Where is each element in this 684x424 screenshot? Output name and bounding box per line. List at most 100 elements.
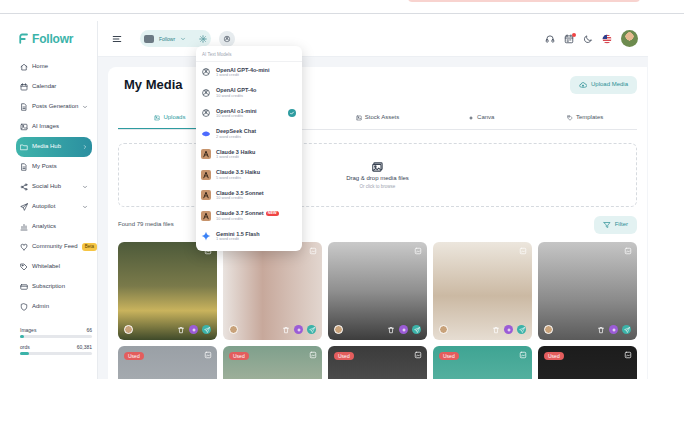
sidebar-label: Analytics <box>32 223 84 230</box>
tab-label: Uploads <box>163 114 185 121</box>
user-avatar[interactable] <box>621 30 638 47</box>
page-title: My Media <box>124 77 183 93</box>
sidebar-label: Media Hub <box>32 143 74 150</box>
sidebar-item[interactable]: My Posts <box>16 157 92 177</box>
model-name-row: DeepSeek Chat <box>216 128 296 135</box>
claude-icon <box>201 190 211 200</box>
gemini-icon <box>201 231 211 241</box>
model-option[interactable]: Claude 3.7 SonnetNEW10 word credits <box>196 206 302 227</box>
model-option[interactable]: OpenAI GPT-4o-mini1 word credit <box>196 62 302 83</box>
preview-icon[interactable] <box>309 247 317 255</box>
media-item[interactable] <box>328 242 427 340</box>
media-grid: UsedUsedUsedUsedUsed <box>118 242 637 379</box>
tab[interactable]: Canva <box>429 107 533 129</box>
preview-icon[interactable] <box>309 351 317 359</box>
media-item[interactable] <box>538 242 637 340</box>
media-item[interactable]: Used <box>433 346 532 379</box>
credit-card-icon <box>20 283 28 291</box>
media-item[interactable]: Used <box>118 346 217 379</box>
trash-icon[interactable] <box>387 326 395 334</box>
sidebar-item[interactable]: Autopilot <box>16 197 92 217</box>
trash-icon[interactable] <box>282 326 290 334</box>
send-icon <box>414 327 420 333</box>
preview-icon[interactable] <box>624 351 632 359</box>
media-item[interactable]: Used <box>538 346 637 379</box>
brand-logo[interactable]: Followr <box>0 21 97 57</box>
trash-icon[interactable] <box>597 326 605 334</box>
check-icon <box>288 109 296 117</box>
media-item[interactable] <box>433 242 532 340</box>
usage-meters: Images66ords60,381 <box>0 317 97 355</box>
media-item[interactable] <box>223 242 322 340</box>
sidebar-item[interactable]: Analytics <box>16 217 92 237</box>
model-name-row: Claude 3.7 SonnetNEW <box>216 210 296 217</box>
use-button[interactable] <box>517 325 526 334</box>
results-count: Found 79 media files <box>118 221 174 228</box>
workspace-selector[interactable]: Followr <box>140 30 211 47</box>
sidebar-item[interactable]: Whitelabel <box>16 257 92 277</box>
filter-button[interactable]: Filter <box>594 216 637 234</box>
usage-meter: Images66 <box>20 327 91 338</box>
sidebar-item[interactable]: Calendar <box>16 77 92 97</box>
media-item[interactable]: Used <box>223 346 322 379</box>
media-item[interactable]: Used <box>328 346 427 379</box>
home-icon <box>20 63 28 71</box>
chevron-down-icon <box>82 204 88 210</box>
preview-icon[interactable] <box>624 247 632 255</box>
trash-icon[interactable] <box>177 326 185 334</box>
menu-icon[interactable] <box>112 34 122 44</box>
headset-icon[interactable] <box>545 34 555 44</box>
upload-media-button[interactable]: Upload Media <box>570 76 637 94</box>
filter-icon <box>603 221 611 229</box>
use-button[interactable] <box>622 325 631 334</box>
model-button[interactable] <box>219 31 235 47</box>
edit-button[interactable] <box>504 325 513 334</box>
model-credits: 10 word credits <box>216 196 296 201</box>
sidebar-item[interactable]: Community FeedBeta <box>16 237 92 257</box>
trash-icon[interactable] <box>492 326 500 334</box>
preview-icon[interactable] <box>414 351 422 359</box>
sidebar-item[interactable]: Media Hub <box>16 137 92 157</box>
model-option[interactable]: Claude 3 Haiku1 word credit <box>196 144 302 165</box>
document-icon <box>20 163 28 171</box>
model-option[interactable]: Claude 3.5 Haiku5 word credits <box>196 165 302 186</box>
sidebar-item[interactable]: Posts Generation <box>16 97 92 117</box>
edit-button[interactable] <box>189 325 198 334</box>
moon-icon[interactable] <box>583 34 593 44</box>
sidebar-item[interactable]: Social Hub <box>16 177 92 197</box>
use-button[interactable] <box>307 325 316 334</box>
edit-button[interactable] <box>399 325 408 334</box>
tab[interactable]: Templates <box>533 107 637 129</box>
model-option[interactable]: OpenAI GPT-4o10 word credits <box>196 83 302 104</box>
media-item[interactable] <box>118 242 217 340</box>
sidebar-item[interactable]: Admin <box>16 297 92 317</box>
preview-icon[interactable] <box>414 247 422 255</box>
model-option[interactable]: DeepSeek Chat2 word credits <box>196 124 302 145</box>
use-button[interactable] <box>412 325 421 334</box>
preview-icon[interactable] <box>519 247 527 255</box>
sparkle-icon <box>611 327 617 333</box>
model-option[interactable]: OpenAI o1-mini10 word credits <box>196 103 302 124</box>
claude-icon <box>201 170 211 180</box>
tab[interactable]: Stock Assets <box>326 107 430 129</box>
used-badge: Used <box>544 352 564 360</box>
media-panel: My MediaUpload MediaUploadsStock AssetsC… <box>108 67 647 379</box>
preview-icon[interactable] <box>519 351 527 359</box>
model-option[interactable]: Gemini 1.5 Flash1 word credit <box>196 226 302 247</box>
sidebar-item[interactable]: Subscription <box>16 277 92 297</box>
filter-label: Filter <box>615 221 628 228</box>
template-icon <box>567 115 573 121</box>
use-button[interactable] <box>202 325 211 334</box>
calendar-icon[interactable] <box>564 34 574 44</box>
preview-icon[interactable] <box>204 351 212 359</box>
us-flag-icon[interactable] <box>602 34 612 44</box>
edit-button[interactable] <box>609 325 618 334</box>
sidebar-item[interactable]: AI Images <box>16 117 92 137</box>
chevron-down-icon <box>82 184 88 190</box>
gear-icon <box>199 35 207 43</box>
claude-icon <box>201 149 211 159</box>
edit-button[interactable] <box>294 325 303 334</box>
model-name-row: OpenAI GPT-4o-mini <box>216 67 296 74</box>
sidebar-item[interactable]: Home <box>16 57 92 77</box>
model-option[interactable]: Claude 3.5 Sonnet10 word credits <box>196 185 302 206</box>
